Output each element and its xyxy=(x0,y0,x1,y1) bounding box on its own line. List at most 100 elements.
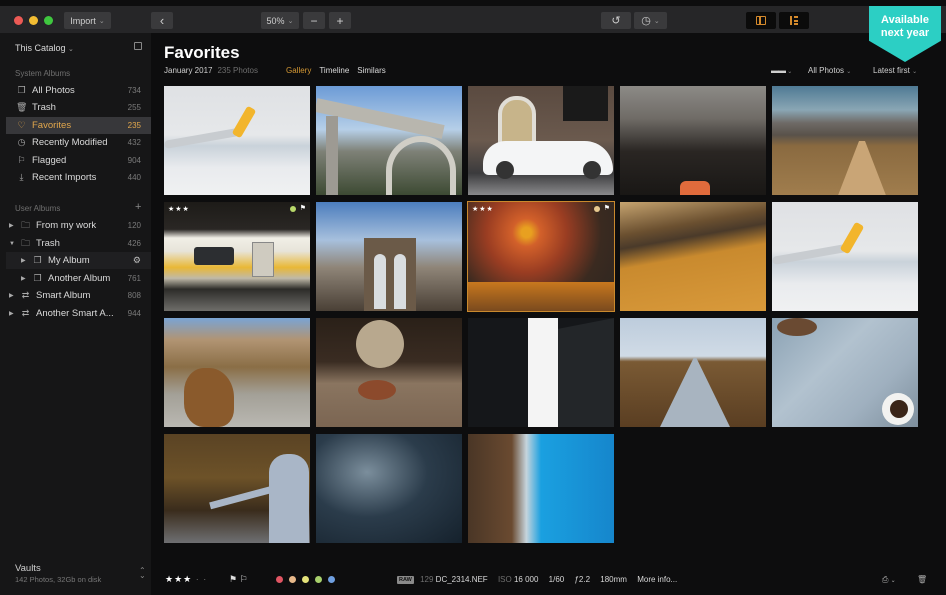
disclosure-down-icon[interactable]: ▼ xyxy=(9,241,17,247)
sidebar-item-user-trash[interactable]: ▼ 🗀 Trash 426 xyxy=(6,235,151,252)
flag-off-icon[interactable]: ⚐ xyxy=(240,574,248,584)
photo-thumbnail[interactable] xyxy=(164,86,310,195)
rating-stars: ★★★ xyxy=(165,574,193,584)
tab-gallery[interactable]: Gallery xyxy=(286,66,311,75)
grid-layout-button[interactable] xyxy=(779,12,809,29)
history-button[interactable]: ◷ ⌄ xyxy=(634,12,667,29)
color-label-blue[interactable] xyxy=(328,576,335,583)
sidebar-item-from-my-work[interactable]: ▶ 🗀 From my work 120 xyxy=(6,217,151,234)
sidebar-item-count: 761 xyxy=(127,274,141,283)
photo-thumbnail[interactable] xyxy=(316,202,462,311)
color-label-dot xyxy=(594,206,600,212)
photo-thumbnail[interactable] xyxy=(620,202,766,311)
minimize-window-button[interactable] xyxy=(29,16,38,25)
sidebar-item-label: Favorites xyxy=(32,120,72,131)
photo-thumbnail[interactable]: ★★★ ⚑ xyxy=(467,201,615,312)
status-bar: ★★★ · · ⚑ ⚐ RAW 129 DC_2314.NEF ISO 16 0… xyxy=(151,565,946,595)
photo-thumbnail[interactable] xyxy=(468,86,614,195)
photo-thumbnail[interactable] xyxy=(316,318,462,427)
tab-similars[interactable]: Similars xyxy=(357,66,385,75)
disclosure-right-icon[interactable]: ▶ xyxy=(21,275,29,282)
sort-dropdown[interactable]: Latest first ⌄ xyxy=(873,66,917,75)
delete-button[interactable]: 🗑︎ xyxy=(917,575,927,584)
close-window-button[interactable] xyxy=(14,16,23,25)
sidebar-item-flagged[interactable]: ⚐ Flagged 904 xyxy=(6,152,151,169)
panel-left-icon xyxy=(756,16,766,25)
sidebar-item-recent-imports[interactable]: ⤓ Recent Imports 440 xyxy=(6,169,151,186)
flag-on-icon[interactable]: ⚑ xyxy=(229,574,237,584)
color-label-yellow[interactable] xyxy=(302,576,309,583)
photo-filter-dropdown[interactable]: All Photos ⌄ xyxy=(808,66,851,75)
sidebar-item-smart-album[interactable]: ▶ ⇄ Smart Album 808 xyxy=(6,287,151,304)
sidebar-item-label: Recent Imports xyxy=(32,172,97,183)
sidebar-item-label: Recently Modified xyxy=(32,137,108,148)
disclosure-right-icon[interactable]: ▶ xyxy=(9,310,17,317)
sidebar-item-label: Smart Album xyxy=(36,290,91,301)
catalog-selector[interactable]: This Catalog ⌄ xyxy=(15,43,74,53)
color-label-green[interactable] xyxy=(315,576,322,583)
sidebar-item-count: 904 xyxy=(127,156,141,165)
archive-icon[interactable] xyxy=(134,42,142,50)
color-label-red[interactable] xyxy=(276,576,283,583)
photo-thumbnail[interactable] xyxy=(772,86,918,195)
iso-value: 16 000 xyxy=(513,575,539,584)
vaults-title: Vaults xyxy=(15,563,41,574)
export-dropdown[interactable]: ⎙ ⌄ xyxy=(882,575,896,585)
sidebar-item-my-album[interactable]: ▶ ❐ My Album ⚙ xyxy=(6,252,151,269)
badge-line2: next year xyxy=(880,27,930,39)
add-album-button[interactable]: + xyxy=(135,201,141,213)
import-button[interactable]: Import ⌄ xyxy=(64,12,111,29)
sidebar-item-all-photos[interactable]: ❐ All Photos 734 xyxy=(6,82,151,99)
trash-icon: 🗑︎ xyxy=(16,102,28,112)
disclosure-right-icon[interactable]: ▶ xyxy=(9,222,17,229)
back-button[interactable]: ‹ xyxy=(151,12,173,29)
color-label-orange[interactable] xyxy=(289,576,296,583)
folder-icon: 🗀 xyxy=(20,219,30,230)
vaults-selector[interactable]: Vaults 142 Photos, 32Gb on disk xyxy=(15,563,101,584)
user-albums-title: User Albums xyxy=(15,204,61,213)
tab-timeline[interactable]: Timeline xyxy=(319,66,349,75)
undo-icon: ↺ xyxy=(611,15,621,27)
flag-icon: ⚑ xyxy=(299,205,306,212)
import-icon: ⤓ xyxy=(19,172,24,182)
photo-thumbnail[interactable] xyxy=(316,86,462,195)
zoom-out-button[interactable]: − xyxy=(303,12,325,29)
more-info-link[interactable]: More info... xyxy=(637,575,677,584)
vaults-summary: 142 Photos, 32Gb on disk xyxy=(15,575,102,584)
sidebar-item-label: From my work xyxy=(36,220,97,231)
zoom-in-button[interactable]: + xyxy=(329,12,351,29)
sidebar-item-favorites[interactable]: ♡ Favorites 235 xyxy=(6,117,151,134)
sidebar-item-count: 944 xyxy=(127,309,141,318)
photo-metadata: RAW 129 DC_2314.NEF ISO 16 000 1/60 ƒ2.2… xyxy=(397,575,677,584)
photos-icon: ❐ xyxy=(17,85,26,95)
zoom-level-dropdown[interactable]: 50% ⌄ xyxy=(261,12,299,29)
sidebar-layout-button[interactable] xyxy=(746,12,776,29)
zoom-window-button[interactable] xyxy=(44,16,53,25)
photo-thumbnail[interactable] xyxy=(316,434,462,543)
undo-button[interactable]: ↺ xyxy=(601,12,631,29)
photo-thumbnail[interactable] xyxy=(620,318,766,427)
sidebar-item-recently-modified[interactable]: ◷ Recently Modified 432 xyxy=(6,134,151,151)
album-icon: ❐ xyxy=(33,273,42,283)
disclosure-right-icon[interactable]: ▶ xyxy=(9,292,17,299)
disclosure-right-icon[interactable]: ▶ xyxy=(21,257,29,264)
photo-thumbnail[interactable] xyxy=(468,434,614,543)
photo-thumbnail[interactable] xyxy=(164,318,310,427)
grid-size-dropdown[interactable]: ▬▬ ⌄ xyxy=(771,66,792,75)
photo-thumbnail[interactable] xyxy=(164,434,310,543)
chevron-down-icon: ⌄ xyxy=(787,69,793,75)
vault-stepper-icon[interactable]: ⌃ ⌄ xyxy=(139,567,146,580)
sidebar-item-trash[interactable]: 🗑︎ Trash 255 xyxy=(6,99,151,116)
rating-control[interactable]: ★★★ · · xyxy=(165,574,207,585)
sidebar-item-another-album[interactable]: ▶ ❐ Another Album 761 xyxy=(6,270,151,287)
plus-icon: + xyxy=(336,13,344,28)
photo-thumbnail[interactable]: ★★★ ⚑ xyxy=(164,202,310,311)
trash-icon: 🗑︎ xyxy=(917,575,928,584)
photo-thumbnail[interactable] xyxy=(620,86,766,195)
flag-icon: ⚑ xyxy=(603,205,610,212)
sidebar-item-another-smart-album[interactable]: ▶ ⇄ Another Smart A... 944 xyxy=(6,305,151,322)
photo-thumbnail[interactable] xyxy=(772,202,918,311)
photo-thumbnail[interactable] xyxy=(468,318,614,427)
gear-icon[interactable]: ⚙ xyxy=(133,255,141,266)
photo-thumbnail[interactable] xyxy=(772,318,918,427)
